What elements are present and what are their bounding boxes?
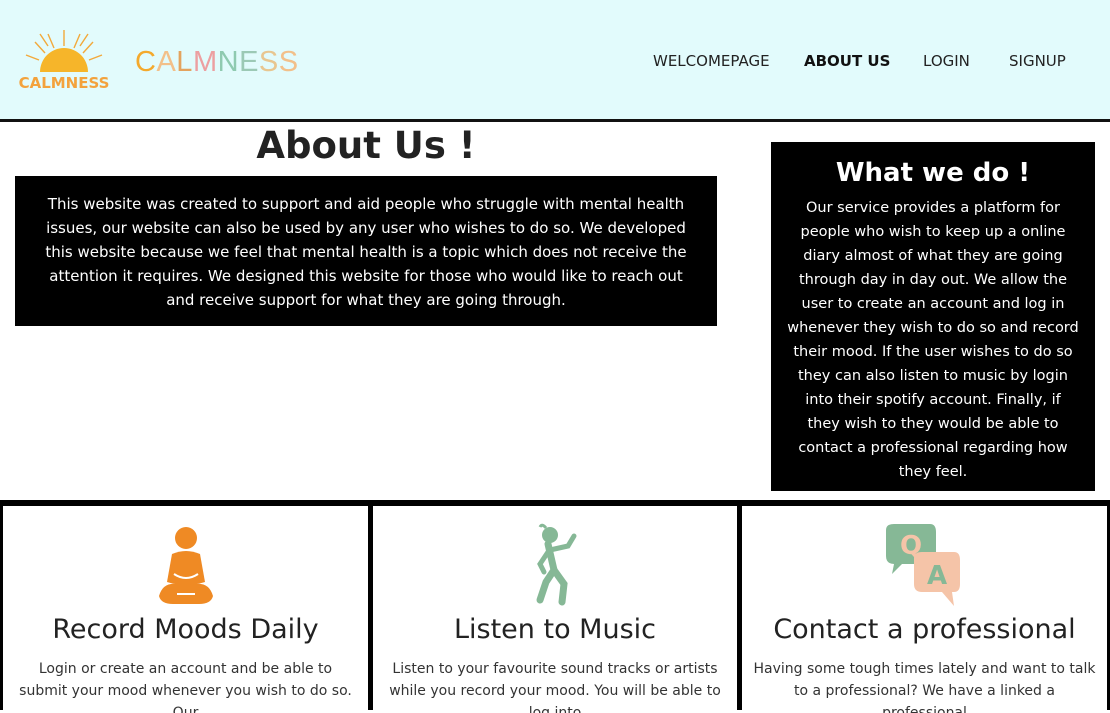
site-header: CALMNESS CALMNESS WELCOMEPAGE ABOUT US L… <box>0 0 1110 122</box>
qa-chat-icon: Q A <box>885 524 960 606</box>
what-we-do-box: What we do ! Our service provides a plat… <box>771 142 1095 491</box>
brand-letter: S <box>278 46 299 78</box>
feature-text: Listen to your favourite sound tracks or… <box>389 661 721 713</box>
brand-letter: L <box>176 46 193 78</box>
feature-card-contact-professional: Q A Contact a professional Having some t… <box>742 506 1107 713</box>
brand-letter: A <box>156 46 177 78</box>
feature-title: Record Moods Daily <box>52 614 319 645</box>
feature-card-listen-music: Listen to Music Listen to your favourite… <box>373 506 737 713</box>
what-we-do-title: What we do ! <box>835 158 1031 188</box>
features-section: Record Moods Daily Login or create an ac… <box>0 500 1110 713</box>
nav-login[interactable]: LOGIN <box>923 52 970 70</box>
nav-welcomepage[interactable]: WELCOMEPAGE <box>653 52 770 70</box>
about-text: This website was created to support and … <box>45 195 687 309</box>
brand-letter: E <box>239 46 259 78</box>
nav-about-us[interactable]: ABOUT US <box>804 52 890 70</box>
about-title: About Us ! <box>256 124 476 167</box>
feature-card-record-moods: Record Moods Daily Login or create an ac… <box>3 506 368 713</box>
svg-text:CALMNESS: CALMNESS <box>19 74 110 92</box>
about-box: This website was created to support and … <box>15 176 717 326</box>
feature-text: Having some tough times lately and want … <box>753 661 1096 713</box>
logo-icon[interactable]: CALMNESS <box>18 26 110 96</box>
feature-title: Contact a professional <box>773 614 1076 645</box>
dancing-person-icon <box>536 523 577 606</box>
brand-letter: M <box>192 46 218 78</box>
meditation-icon <box>158 527 213 604</box>
nav-signup[interactable]: SIGNUP <box>1009 52 1066 70</box>
brand-name: CALMNESS <box>135 46 299 79</box>
brand-letter: S <box>258 46 279 78</box>
feature-title: Listen to Music <box>453 614 656 645</box>
what-we-do-text: Our service provides a platform for peop… <box>787 200 1079 480</box>
svg-text:A: A <box>926 561 946 591</box>
brand-letter: C <box>135 46 157 78</box>
feature-text: Login or create an account and be able t… <box>19 661 352 713</box>
brand-letter: N <box>217 46 240 78</box>
